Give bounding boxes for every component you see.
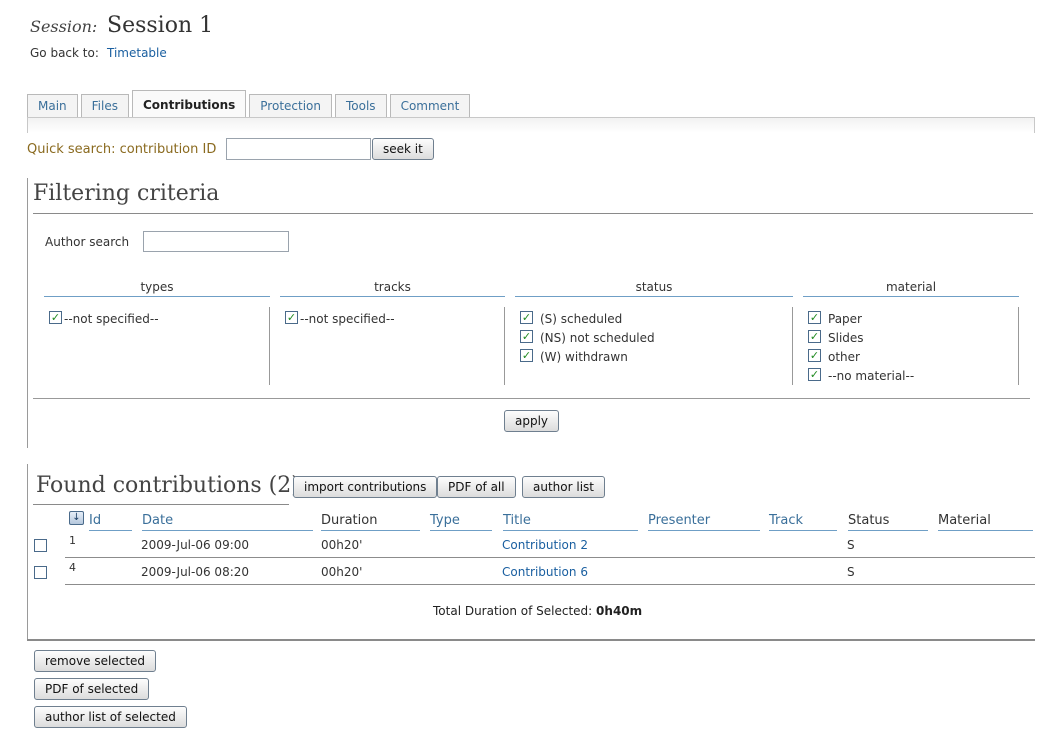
total-duration: Total Duration of Selected: 0h40m	[433, 604, 642, 618]
column-separator	[269, 307, 270, 385]
filtering-title-rule	[33, 213, 1033, 214]
tab-files[interactable]: Files	[80, 94, 129, 118]
sort-down-icon[interactable]: ↓	[69, 511, 84, 525]
column-separator	[792, 307, 793, 385]
page-title: Session 1	[107, 13, 214, 38]
tracks-not-specified-label: --not specified--	[300, 312, 395, 326]
author-list-button[interactable]: author list	[522, 476, 605, 498]
tab-comment[interactable]: Comment	[389, 94, 471, 118]
types-not-specified-checkbox[interactable]	[49, 311, 62, 324]
column-header-presenter[interactable]: Presenter	[648, 513, 760, 531]
column-separator	[1018, 307, 1019, 385]
row-duration: 00h20'	[321, 565, 363, 579]
author-search-label: Author search	[45, 235, 130, 249]
column-header-id[interactable]: Id	[89, 513, 132, 531]
row-status: S	[847, 538, 855, 552]
quick-search-label: Quick search: contribution ID	[27, 142, 217, 157]
row-select-checkbox[interactable]	[34, 566, 47, 579]
material-no-material-checkbox[interactable]	[808, 368, 821, 381]
row-status: S	[847, 565, 855, 579]
filtering-left-border	[27, 178, 28, 448]
column-header-duration: Duration	[321, 513, 420, 531]
filtering-title: Filtering criteria	[33, 181, 220, 206]
material-paper-label: Paper	[828, 312, 862, 326]
types-header: types	[44, 280, 270, 297]
tracks-not-specified-checkbox[interactable]	[285, 311, 298, 324]
row-date: 2009-Jul-06 08:20	[141, 565, 250, 579]
material-header: material	[803, 280, 1019, 297]
status-not-scheduled-checkbox[interactable]	[520, 330, 533, 343]
found-bottom-rule	[27, 639, 1035, 641]
timetable-link[interactable]: Timetable	[107, 46, 167, 60]
status-withdrawn-label: (W) withdrawn	[540, 350, 628, 364]
tab-main[interactable]: Main	[27, 94, 78, 118]
column-header-track[interactable]: Track	[769, 513, 837, 531]
material-other-checkbox[interactable]	[808, 349, 821, 362]
column-header-material: Material	[938, 513, 1033, 531]
material-slides-checkbox[interactable]	[808, 330, 821, 343]
contribution-id-input[interactable]	[226, 138, 371, 160]
total-duration-value: 0h40m	[596, 604, 643, 618]
tab-protection[interactable]: Protection	[249, 94, 332, 118]
import-contributions-button[interactable]: import contributions	[293, 476, 438, 498]
status-not-scheduled-label: (NS) not scheduled	[540, 331, 655, 345]
status-withdrawn-checkbox[interactable]	[520, 349, 533, 362]
found-title-rule	[33, 504, 289, 505]
filtering-bottom-rule	[33, 398, 1030, 399]
column-header-status: Status	[848, 513, 928, 531]
tab-contributions[interactable]: Contributions	[132, 90, 247, 118]
status-scheduled-checkbox[interactable]	[520, 311, 533, 324]
row-id: 1	[69, 534, 76, 547]
column-header-type[interactable]: Type	[430, 513, 492, 531]
column-header-title[interactable]: Title	[503, 513, 638, 531]
author-search-input[interactable]	[143, 231, 289, 252]
material-other-label: other	[828, 350, 860, 364]
tracks-header: tracks	[280, 280, 505, 297]
row-date: 2009-Jul-06 09:00	[141, 538, 250, 552]
row-select-checkbox[interactable]	[34, 539, 47, 552]
row-divider	[65, 557, 1035, 558]
tab-bar: Main Files Contributions Protection Tool…	[27, 90, 473, 118]
author-list-of-selected-button[interactable]: author list of selected	[34, 706, 187, 728]
row-title-link[interactable]: Contribution 6	[502, 565, 588, 579]
found-contributions-title: Found contributions (2)	[36, 473, 300, 498]
types-not-specified-label: --not specified--	[64, 312, 159, 326]
row-duration: 00h20'	[321, 538, 363, 552]
tab-tools[interactable]: Tools	[335, 94, 387, 118]
pdf-of-all-button[interactable]: PDF of all	[437, 476, 516, 498]
remove-selected-button[interactable]: remove selected	[34, 650, 157, 672]
status-header: status	[515, 280, 793, 297]
material-paper-checkbox[interactable]	[808, 311, 821, 324]
session-label: Session:	[30, 17, 98, 36]
goback-label: Go back to:	[30, 46, 99, 60]
row-divider	[65, 584, 1035, 585]
material-no-material-label: --no material--	[828, 369, 915, 383]
apply-button[interactable]: apply	[504, 410, 560, 432]
seek-it-button[interactable]: seek it	[372, 138, 434, 160]
material-slides-label: Slides	[828, 331, 864, 345]
tab-panel-header	[27, 117, 1035, 133]
total-duration-label: Total Duration of Selected:	[433, 604, 593, 618]
pdf-of-selected-button[interactable]: PDF of selected	[34, 678, 150, 700]
row-title-link[interactable]: Contribution 2	[502, 538, 588, 552]
column-separator	[504, 307, 505, 385]
column-header-date[interactable]: Date	[142, 513, 313, 531]
status-scheduled-label: (S) scheduled	[540, 312, 623, 326]
row-id: 4	[69, 561, 76, 574]
found-left-border	[27, 464, 28, 640]
